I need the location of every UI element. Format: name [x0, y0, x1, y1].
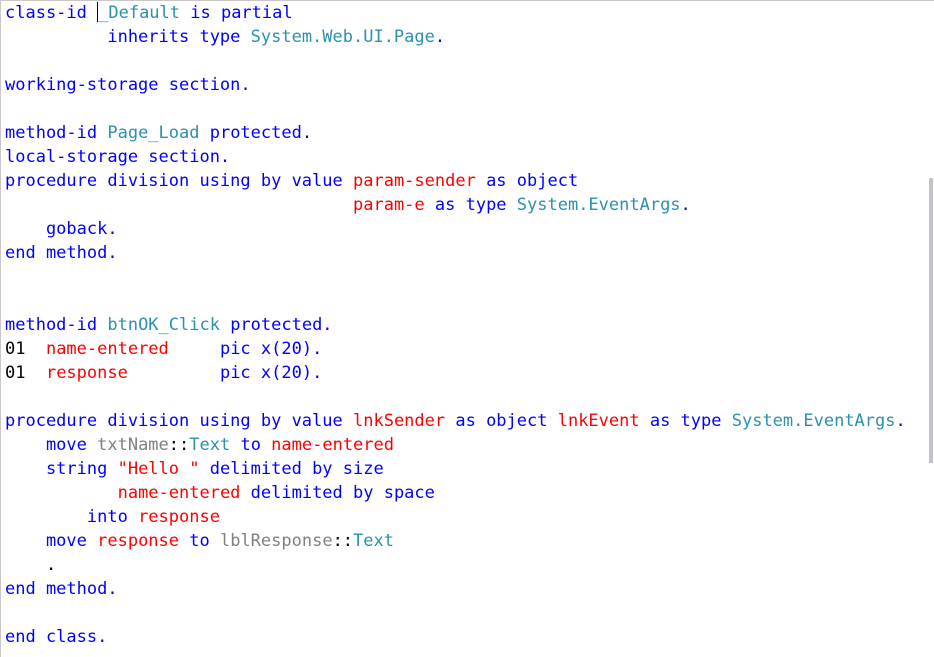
code-token: procedure division using by value [5, 171, 353, 191]
code-token: Page_Load [107, 123, 200, 143]
code-line: move response to lblResponse::Text [5, 529, 906, 553]
code-token: end class. [5, 627, 108, 647]
code-token: Text [189, 435, 231, 455]
code-token: System.Web.UI.Page [250, 27, 435, 47]
code-token: 01 [5, 339, 46, 359]
code-token: delimited by space [240, 483, 435, 503]
code-line: inherits type System.Web.UI.Page. [5, 25, 906, 49]
code-token: lnkEvent [557, 411, 640, 431]
code-token: name-entered [45, 339, 169, 359]
code-token: as type [424, 195, 517, 215]
code-token: protected. [199, 123, 313, 143]
code-token: txtName [97, 435, 169, 455]
code-token: move [5, 435, 98, 455]
code-token: lnkSender [353, 411, 446, 431]
code-line: string "Hello " delimited by size [5, 457, 906, 481]
code-line: end class. [5, 625, 906, 649]
code-token: method-id [5, 315, 108, 335]
code-token: working-storage section. [5, 75, 251, 95]
code-token: name-entered [117, 483, 241, 503]
scrollbar-thumb[interactable] [929, 178, 933, 463]
code-line: local-storage section. [5, 145, 906, 169]
code-token: is partial [180, 3, 293, 23]
code-line: 01 response pic x(20). [5, 361, 906, 385]
code-line: name-entered delimited by space [5, 481, 906, 505]
code-token: move [5, 531, 98, 551]
code-token: :: [332, 531, 354, 551]
code-token: procedure division using by value [5, 411, 353, 431]
code-line: move txtName::Text to name-entered [5, 433, 906, 457]
code-token: System.EventArgs [516, 195, 681, 215]
code-editor[interactable]: class-id _Default is partial inherits ty… [0, 0, 934, 657]
code-token: method-id [5, 123, 108, 143]
code-token: class-id [5, 3, 98, 23]
code-token: end method. [5, 243, 118, 263]
code-token: as object [445, 411, 558, 431]
code-token: . [434, 27, 446, 47]
code-token: local-storage section. [5, 147, 231, 167]
code-line: into response [5, 505, 906, 529]
code-line: method-id Page_Load protected. [5, 121, 906, 145]
code-token: Text [353, 531, 394, 551]
code-line: param-e as type System.EventArgs. [5, 193, 906, 217]
code-line: . [5, 553, 906, 577]
code-token: into [5, 507, 139, 527]
code-token: btnOK_Click [107, 315, 220, 335]
code-token: protected. [219, 315, 333, 335]
code-text-area[interactable]: class-id _Default is partial inherits ty… [5, 1, 906, 649]
code-token: delimited by size [199, 459, 384, 479]
code-token: as type [639, 411, 732, 431]
code-token: pic x(20). [127, 363, 323, 383]
code-token: as object [475, 171, 579, 191]
code-token: inherits type [5, 27, 251, 47]
code-token: goback. [5, 219, 118, 239]
code-token: 01 [5, 363, 46, 383]
code-token: lblResponse [219, 531, 333, 551]
code-token: name-entered [271, 435, 394, 455]
code-token: "Hello " [117, 459, 200, 479]
code-line: 01 name-entered pic x(20). [5, 337, 906, 361]
code-line: goback. [5, 217, 906, 241]
code-token: end method. [5, 579, 118, 599]
code-token: :: [168, 435, 190, 455]
code-token: _Default [98, 3, 181, 23]
code-token: param-e [353, 195, 425, 215]
code-token: string [5, 459, 118, 479]
code-token: to [230, 435, 272, 455]
code-line: class-id _Default is partial [5, 1, 906, 25]
code-token: System.EventArgs [731, 411, 896, 431]
code-line: end method. [5, 577, 906, 601]
code-line: procedure division using by value param-… [5, 169, 906, 193]
code-token: to [179, 531, 220, 551]
code-token: . [680, 195, 691, 215]
code-token: response [45, 363, 128, 383]
code-token: . [895, 411, 906, 431]
code-token: response [97, 531, 180, 551]
code-token: param-sender [353, 171, 476, 191]
code-line: end method. [5, 241, 906, 265]
code-token: response [138, 507, 220, 527]
code-token: . [5, 555, 57, 575]
code-line: procedure division using by value lnkSen… [5, 409, 906, 433]
code-line: working-storage section. [5, 73, 906, 97]
code-token: pic x(20). [168, 339, 323, 359]
code-line: method-id btnOK_Click protected. [5, 313, 906, 337]
